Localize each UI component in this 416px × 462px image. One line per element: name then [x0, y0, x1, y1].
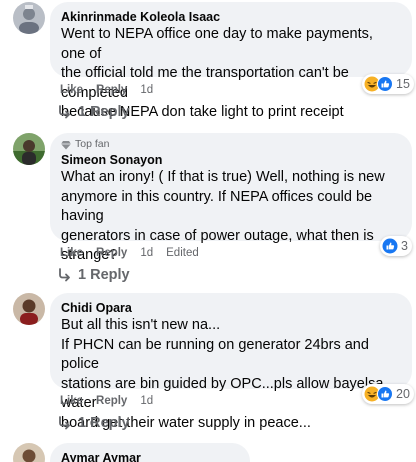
view-replies-button[interactable]: 1 Reply: [58, 267, 130, 283]
comment-bubble: Aymar Aymar: [50, 443, 250, 462]
reaction-count: 20: [396, 387, 410, 401]
reply-button[interactable]: Reply: [96, 83, 127, 97]
reply-button[interactable]: Reply: [96, 246, 127, 260]
like-icon: [377, 386, 393, 402]
avatar[interactable]: [13, 133, 45, 165]
comment-line: But all this isn't new na...: [61, 317, 221, 333]
comment-author[interactable]: Aymar Aymar: [61, 450, 239, 462]
comment-bubble: Chidi Opara But all this isn't new na...…: [50, 293, 412, 431]
view-replies-button[interactable]: 1 Reply: [58, 415, 130, 431]
reply-arrow-icon: [58, 105, 72, 119]
timestamp[interactable]: 1d: [140, 246, 153, 260]
comment-actions: Like Reply 1d Edited: [60, 246, 212, 260]
comment-actions: Like Reply 1d: [60, 83, 166, 97]
top-fan-label: Top fan: [75, 138, 110, 150]
reaction-count: 3: [401, 239, 408, 253]
comment-author[interactable]: Simeon Sonayon: [61, 152, 401, 168]
like-button[interactable]: Like: [60, 246, 83, 260]
comment-line: anymore in this country. If NEPA offices…: [61, 188, 373, 225]
comment-bubble: Akinrinmade Koleola Isaac Went to NEPA o…: [50, 2, 412, 120]
replies-label: 1 Reply: [78, 104, 130, 120]
reaction-count: 15: [396, 77, 410, 91]
reaction-summary[interactable]: 15: [362, 74, 414, 94]
comment-author[interactable]: Chidi Opara: [61, 300, 401, 316]
avatar[interactable]: [13, 293, 45, 325]
edited-label: Edited: [166, 247, 199, 259]
like-button[interactable]: Like: [60, 83, 83, 97]
replies-label: 1 Reply: [78, 415, 130, 431]
replies-label: 1 Reply: [78, 267, 130, 283]
comment-actions: Like Reply 1d: [60, 394, 166, 408]
like-icon: [377, 76, 393, 92]
comment-line: What an irony! ( If that is true) Well, …: [61, 169, 385, 185]
comment-bubble: Top fan Simeon Sonayon What an irony! ( …: [50, 133, 412, 263]
reply-button[interactable]: Reply: [96, 394, 127, 408]
comment-author[interactable]: Akinrinmade Koleola Isaac: [61, 9, 401, 25]
comment-line: Went to NEPA office one day to make paym…: [61, 26, 373, 62]
timestamp[interactable]: 1d: [140, 83, 153, 97]
reaction-summary[interactable]: 3: [380, 236, 412, 256]
like-icon: [382, 238, 398, 254]
comment-line: If PHCN can be running on generator 24br…: [61, 336, 369, 373]
avatar[interactable]: [13, 443, 45, 462]
reply-arrow-icon: [58, 268, 72, 282]
top-fan-badge: Top fan: [61, 138, 401, 151]
timestamp[interactable]: 1d: [140, 394, 153, 408]
reply-arrow-icon: [58, 416, 72, 430]
comment-line: generators in case of power outage, what…: [61, 227, 374, 244]
like-button[interactable]: Like: [60, 394, 83, 408]
reaction-summary[interactable]: 20: [362, 384, 414, 404]
diamond-icon: [61, 140, 71, 150]
view-replies-button[interactable]: 1 Reply: [58, 104, 130, 120]
avatar[interactable]: [13, 2, 45, 34]
